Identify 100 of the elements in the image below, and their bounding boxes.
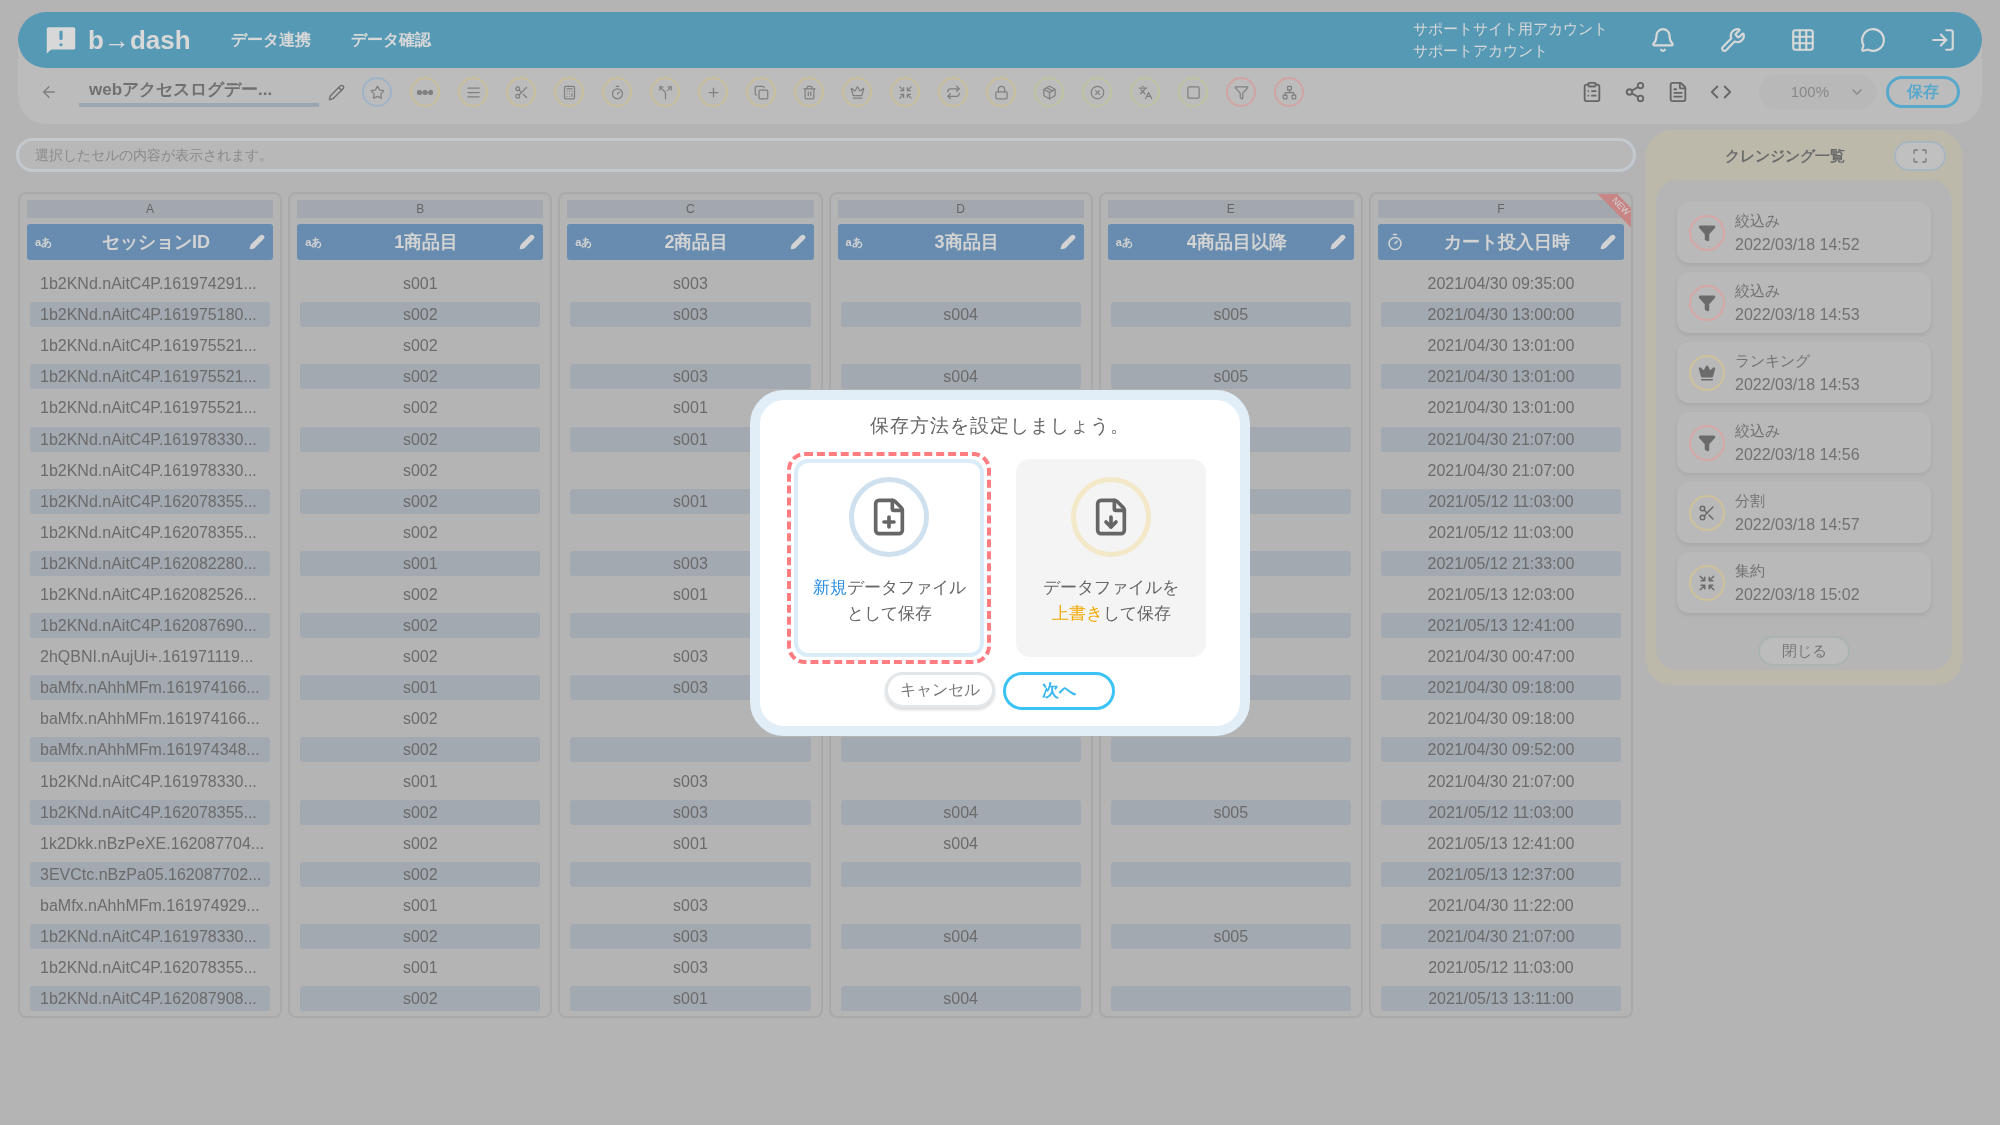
table-cell[interactable]: s001 (300, 550, 541, 576)
table-cell[interactable] (570, 737, 811, 763)
table-cell[interactable]: s002 (300, 986, 541, 1012)
table-cell[interactable]: 2021/04/30 13:01:00 (1380, 364, 1622, 390)
table-cell[interactable]: 1k2Dkk.nBzPeXE.162087704... (30, 830, 271, 856)
table-cell[interactable] (1110, 737, 1351, 763)
table-cell[interactable]: 2021/05/13 13:11:00 (1380, 986, 1622, 1012)
table-cell[interactable]: 2021/04/30 13:00:00 (1380, 302, 1622, 328)
table-cell[interactable]: 2021/04/30 21:07:00 (1380, 768, 1622, 794)
table-cell[interactable]: s002 (300, 364, 541, 390)
table-cell[interactable]: s002 (300, 582, 541, 607)
cleansing-item[interactable]: 集約 2022/03/18 15:02 (1677, 552, 1931, 613)
table-cell[interactable]: s002 (300, 333, 541, 359)
table-cell[interactable]: s002 (300, 302, 541, 328)
table-cell[interactable]: s004 (840, 830, 1081, 856)
table-cell[interactable]: 1b2KNd.nAitC4P.161974291... (30, 271, 271, 297)
table-cell[interactable]: s002 (300, 426, 541, 452)
back-icon[interactable] (40, 83, 58, 101)
column-header[interactable]: aあ 4商品目以降 (1107, 224, 1354, 260)
table-cell[interactable]: s003 (570, 955, 811, 981)
table-cell[interactable]: s005 (1110, 302, 1351, 328)
table-cell[interactable]: 2021/04/30 09:35:00 (1380, 271, 1622, 297)
edit-icon[interactable] (328, 83, 345, 101)
table-cell[interactable]: s002 (300, 924, 541, 949)
save-option-card[interactable]: データファイルを 上書きして保存 (1016, 459, 1206, 657)
table-cell[interactable]: 1b2KNd.nAitC4P.162087690... (30, 613, 271, 639)
nav-link[interactable]: データ連携 (230, 28, 311, 52)
package-button[interactable] (1034, 77, 1064, 107)
wrench-button[interactable] (1718, 25, 1748, 55)
table-cell[interactable]: s003 (570, 271, 811, 297)
next-button[interactable]: 次へ (1003, 672, 1115, 710)
calculator-button[interactable] (554, 77, 584, 107)
table-cell[interactable]: 2021/05/13 12:41:00 (1380, 830, 1622, 856)
close-button[interactable]: 閉じる (1758, 636, 1850, 666)
lock-button[interactable] (986, 77, 1016, 107)
table-cell[interactable]: 1b2KNd.nAitC4P.161978330... (30, 768, 271, 794)
cleansing-item[interactable]: 絞込み 2022/03/18 14:56 (1677, 412, 1931, 473)
x-circle-button[interactable] (1082, 77, 1112, 107)
cleansing-item[interactable]: ランキング 2022/03/18 14:53 (1677, 342, 1931, 403)
plus-button[interactable] (698, 77, 728, 107)
table-cell[interactable]: s003 (570, 799, 811, 825)
table-cell[interactable]: baMfx.nAhhMFm.161974166... (30, 706, 271, 732)
split-button[interactable] (650, 77, 680, 107)
table-cell[interactable]: 2021/04/30 21:07:00 (1380, 924, 1622, 949)
table-cell[interactable]: s002 (300, 644, 541, 670)
table-cell[interactable]: 2hQBNI.nAujUi+.161971119... (30, 644, 271, 670)
table-cell[interactable]: 2021/04/30 21:07:00 (1380, 457, 1622, 483)
table-cell[interactable]: s003 (570, 302, 811, 328)
table-cell[interactable]: s003 (570, 892, 811, 918)
filter-button[interactable] (1226, 77, 1256, 107)
timer-button[interactable] (602, 77, 632, 107)
table-cell[interactable]: 2021/04/30 13:01:00 (1380, 395, 1622, 421)
table-cell[interactable]: 1b2KNd.nAitC4P.162082280... (30, 550, 271, 576)
save-button[interactable]: 保存 (1886, 76, 1960, 108)
table-cell[interactable]: 1b2KNd.nAitC4P.162078355... (30, 799, 271, 825)
table-cell[interactable]: s004 (840, 799, 1081, 825)
table-cell[interactable]: s004 (840, 364, 1081, 390)
table-cell[interactable]: 2021/05/12 11:03:00 (1380, 488, 1622, 514)
table-cell[interactable]: 1b2KNd.nAitC4P.162082526... (30, 582, 271, 607)
column-header[interactable]: aあ 3商品目 (837, 224, 1084, 260)
column-header[interactable]: aあ 1商品目 (297, 224, 544, 260)
table-cell[interactable]: s003 (570, 364, 811, 390)
table-cell[interactable]: s001 (300, 271, 541, 297)
square-button[interactable] (1178, 77, 1208, 107)
table-cell[interactable]: s001 (300, 768, 541, 794)
table-cell[interactable]: s002 (300, 519, 541, 545)
star-button[interactable] (362, 77, 392, 107)
table-cell[interactable]: 1b2KNd.nAitC4P.162078355... (30, 955, 271, 981)
table-cell[interactable]: baMfx.nAhhMFm.161974348... (30, 737, 271, 763)
table-cell[interactable]: s001 (570, 830, 811, 856)
table-cell[interactable]: s002 (300, 613, 541, 639)
column-header[interactable]: aあ セッションID (27, 224, 274, 260)
network-button[interactable] (1274, 77, 1304, 107)
table-cell[interactable]: 1b2KNd.nAitC4P.161978330... (30, 426, 271, 452)
table-cell[interactable]: s001 (570, 986, 811, 1012)
cleansing-item[interactable]: 分割 2022/03/18 14:57 (1677, 482, 1931, 543)
table-cell[interactable]: s004 (840, 302, 1081, 328)
table-cell[interactable]: s005 (1110, 924, 1351, 949)
table-cell[interactable]: s002 (300, 488, 541, 514)
translate-button[interactable] (1130, 77, 1160, 107)
table-cell[interactable]: 3EVCtc.nBzPa05.162087702... (30, 861, 271, 887)
table-cell[interactable]: 2021/04/30 09:18:00 (1380, 675, 1622, 701)
lines-button[interactable] (458, 77, 488, 107)
column-header[interactable]: カート投入日時 (1377, 224, 1625, 260)
table-cell[interactable]: 1b2KNd.nAitC4P.161978330... (30, 457, 271, 483)
table-cell[interactable]: 1b2KNd.nAitC4P.161975521... (30, 333, 271, 359)
cleansing-item[interactable]: 絞込み 2022/03/18 14:52 (1677, 202, 1931, 263)
table-cell[interactable]: s002 (300, 799, 541, 825)
table-cell[interactable]: 2021/04/30 21:07:00 (1380, 426, 1622, 452)
table-cell[interactable]: s004 (840, 986, 1081, 1012)
table-cell[interactable]: 1b2KNd.nAitC4P.161975180... (30, 302, 271, 328)
table-cell[interactable]: 2021/05/12 11:03:00 (1380, 519, 1622, 545)
copy-button[interactable] (746, 77, 776, 107)
table-cell[interactable]: s002 (300, 830, 541, 856)
save-option-card[interactable]: 新規データファイル として保存 (794, 459, 984, 657)
table-cell[interactable]: 2021/05/13 12:03:00 (1380, 582, 1622, 607)
table-cell[interactable]: 1b2KNd.nAitC4P.162078355... (30, 488, 271, 514)
repeat-button[interactable] (938, 77, 968, 107)
scissors-button[interactable] (506, 77, 536, 107)
table-cell[interactable]: 2021/05/12 21:33:00 (1380, 550, 1622, 576)
